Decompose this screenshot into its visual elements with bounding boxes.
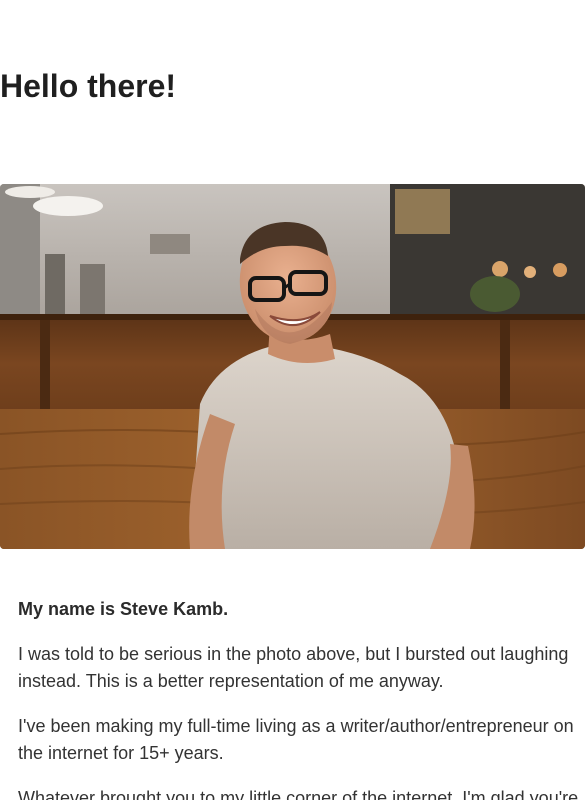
intro-name: My name is Steve Kamb. — [18, 599, 229, 619]
about-content: My name is Steve Kamb. I was told to be … — [18, 596, 585, 800]
paragraph-photo-note: I was told to be serious in the photo ab… — [18, 644, 569, 691]
page-title: Hello there! — [0, 68, 177, 104]
profile-photo — [0, 184, 585, 549]
paragraph-career: I've been making my full-time living as … — [18, 716, 574, 763]
paragraph-welcome: Whatever brought you to my little corner… — [18, 788, 579, 800]
